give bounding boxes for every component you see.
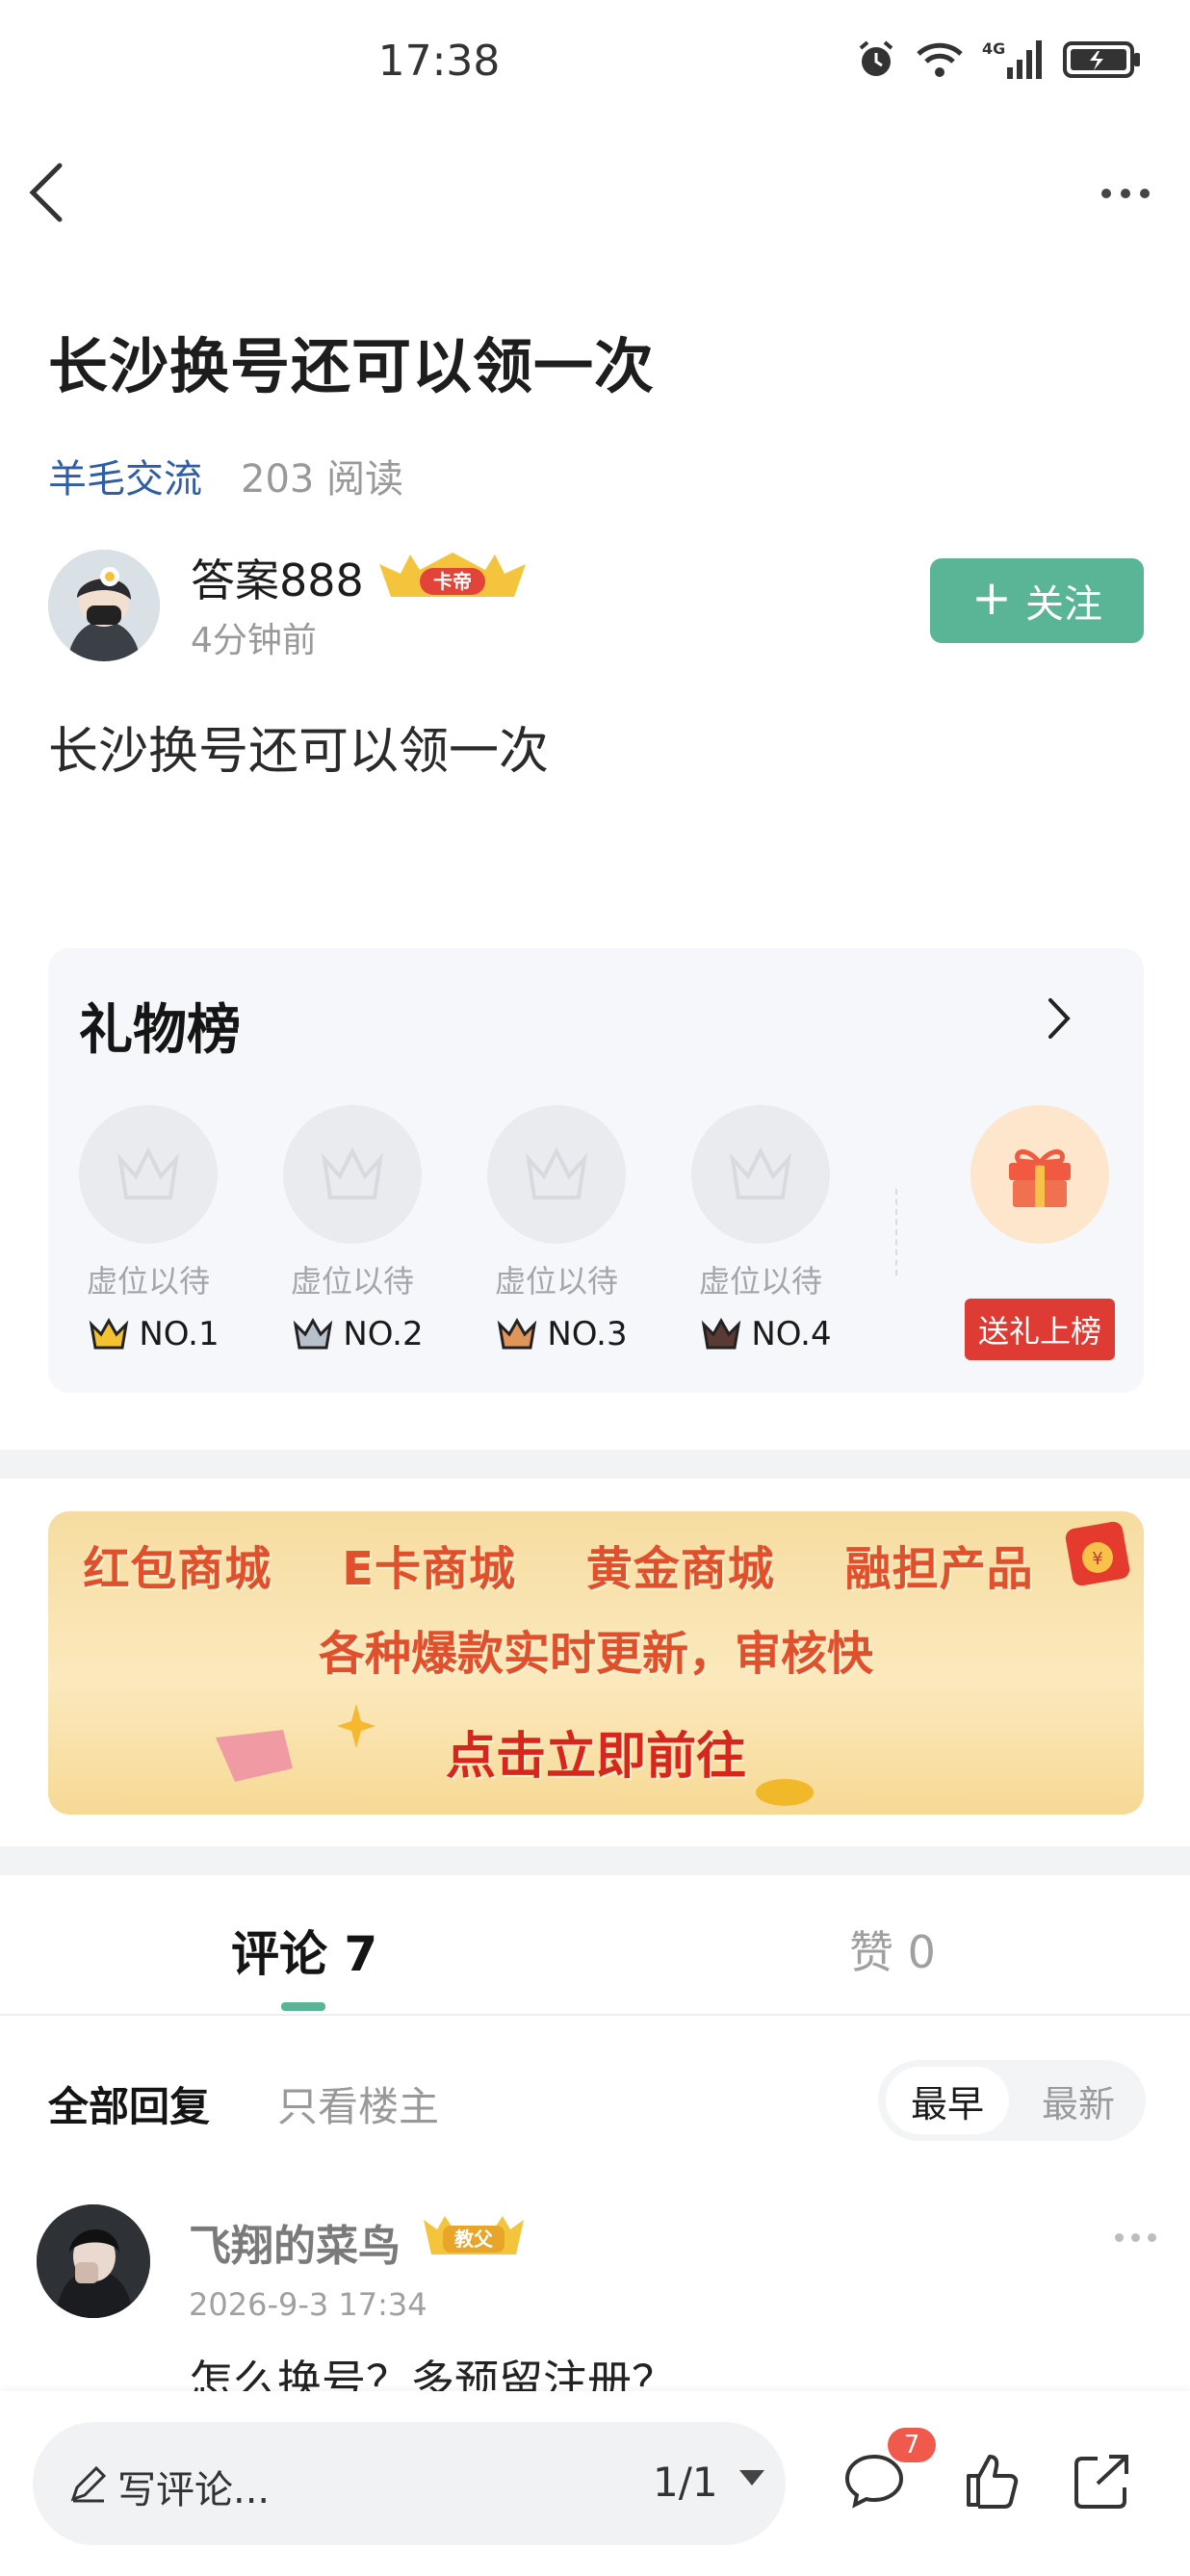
section-separator xyxy=(0,1450,1190,1479)
pencil-icon xyxy=(67,2462,110,2509)
crown-icon xyxy=(90,1317,129,1350)
slot-label: 虚位以待 xyxy=(290,1263,414,1300)
empty-crown-icon xyxy=(79,1105,218,1244)
svg-text:¥: ¥ xyxy=(1092,1549,1102,1569)
empty-crown-icon xyxy=(691,1105,830,1244)
gift-board-title: 礼物榜 xyxy=(79,999,241,1062)
status-icons: 4G xyxy=(855,39,1142,81)
crown-icon xyxy=(294,1317,333,1350)
author-avatar[interactable] xyxy=(48,550,160,661)
commenter-avatar[interactable] xyxy=(37,2204,150,2318)
tab-likes[interactable]: 赞 0 xyxy=(849,1918,936,1981)
crown-icon xyxy=(498,1317,537,1350)
active-tab-indicator xyxy=(281,2002,325,2011)
follow-label: 关注 xyxy=(1024,582,1102,627)
tab-divider xyxy=(0,2014,1190,2016)
slot-label: 虚位以待 xyxy=(494,1263,618,1300)
wifi-icon xyxy=(917,42,963,77)
status-time: 17:38 xyxy=(377,37,501,86)
gift-slot[interactable]: 虚位以待 NO.2 xyxy=(283,1105,424,1353)
battery-icon xyxy=(1063,41,1140,78)
filter-all-replies[interactable]: 全部回复 xyxy=(48,2074,210,2133)
svg-text:卡帝: 卡帝 xyxy=(433,570,472,593)
svg-text:4G: 4G xyxy=(982,39,1005,58)
gift-slot[interactable]: 虚位以待 NO.4 xyxy=(691,1105,832,1353)
svg-text:教父: 教父 xyxy=(454,2228,494,2251)
tab-comments[interactable]: 评论 7 xyxy=(231,1916,377,1985)
chevron-right-icon[interactable] xyxy=(1045,996,1074,1041)
banner-cta: 点击立即前往 xyxy=(445,1728,746,1786)
post-time: 4分钟前 xyxy=(191,621,317,660)
thumbs-up-icon[interactable] xyxy=(965,2453,1019,2512)
share-icon[interactable] xyxy=(1073,2453,1130,2512)
read-count: 203 阅读 xyxy=(241,457,404,502)
slot-rank: NO.4 xyxy=(680,1315,853,1353)
author-rank-badge: 卡帝 xyxy=(375,551,530,601)
sort-earliest-button[interactable]: 最早 xyxy=(886,2067,1009,2134)
post-title: 长沙换号还可以领一次 xyxy=(48,331,656,401)
banner-items: 红包商城 E卡商城 黄金商城 融担产品 xyxy=(83,1542,1034,1596)
alarm-icon xyxy=(859,40,893,76)
author-name[interactable]: 答案888 xyxy=(191,546,364,609)
commenter-name[interactable]: 飞翔的菜鸟 xyxy=(189,2211,401,2273)
send-gift-button[interactable]: 送礼上榜 xyxy=(965,1299,1115,1360)
slot-label: 虚位以待 xyxy=(698,1263,822,1300)
page-indicator[interactable]: 1/1 xyxy=(653,2459,718,2506)
slot-rank: NO.3 xyxy=(476,1315,649,1353)
caret-down-icon[interactable] xyxy=(739,2470,764,2486)
empty-crown-icon xyxy=(487,1105,626,1244)
commenter-rank-badge: 教父 xyxy=(420,2212,528,2260)
plus-icon: + xyxy=(971,570,1012,626)
crown-icon xyxy=(702,1317,741,1350)
signal-4g-icon: 4G xyxy=(982,39,1042,79)
comment-text: 怎么换号？多预留注册？ xyxy=(189,2356,676,2395)
section-separator xyxy=(0,1846,1190,1875)
slot-rank: NO.2 xyxy=(272,1315,445,1353)
sort-latest-button[interactable]: 最新 xyxy=(1019,2067,1138,2134)
more-dots-icon[interactable] xyxy=(1101,189,1150,198)
filter-op-only[interactable]: 只看楼主 xyxy=(277,2074,439,2133)
gift-slot[interactable]: 虚位以待 NO.3 xyxy=(487,1105,628,1353)
post-body: 长沙换号还可以领一次 xyxy=(48,723,550,781)
comment-input-placeholder[interactable]: 写评论... xyxy=(117,2459,270,2514)
comment-more-icon[interactable] xyxy=(1115,2233,1156,2242)
back-chevron-icon[interactable] xyxy=(27,162,65,223)
mascot-icon: ¥ xyxy=(1065,1521,1130,1586)
category-link[interactable]: 羊毛交流 xyxy=(48,448,202,503)
comment-time: 2026-9-3 17:34 xyxy=(189,2286,427,2323)
follow-button[interactable]: + 关注 xyxy=(930,558,1144,643)
coin-icon xyxy=(756,1779,814,1806)
banner-line2: 各种爆款实时更新，审核快 xyxy=(318,1627,873,1681)
gift-slot[interactable]: 虚位以待 NO.1 xyxy=(79,1105,220,1353)
comment-count-badge: 7 xyxy=(888,2428,936,2462)
empty-crown-icon xyxy=(283,1105,422,1244)
slot-rank: NO.1 xyxy=(67,1315,241,1353)
divider xyxy=(895,1189,897,1275)
promo-banner[interactable]: 红包商城 E卡商城 黄金商城 融担产品 ¥ 各种爆款实时更新，审核快 点击立即前… xyxy=(48,1511,1144,1815)
slot-label: 虚位以待 xyxy=(86,1263,210,1300)
gift-box-icon[interactable] xyxy=(970,1105,1109,1244)
